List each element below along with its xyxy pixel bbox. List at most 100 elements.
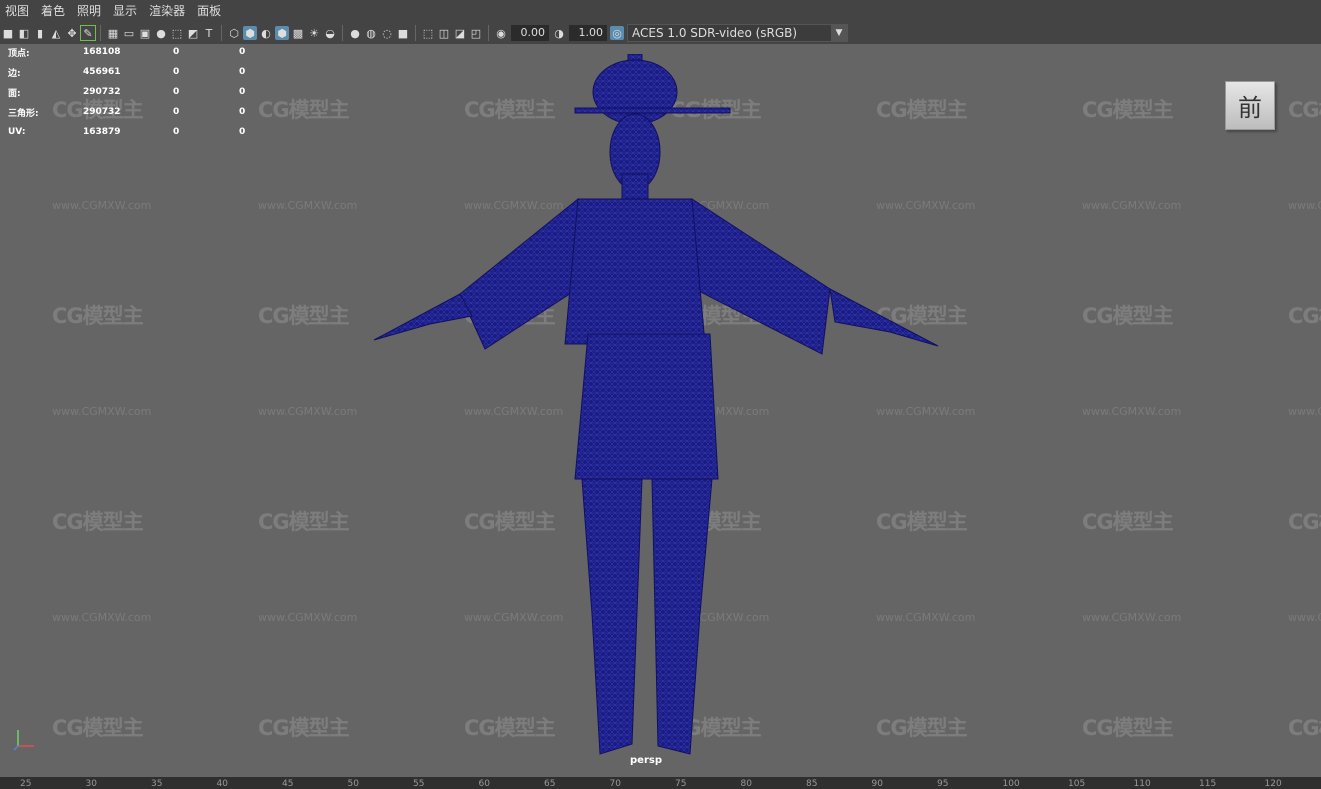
film-gate-icon[interactable]: ✥ (65, 26, 79, 40)
chevron-down-icon[interactable]: ▼ (831, 25, 847, 41)
hud-label: 三角形: (8, 108, 39, 119)
hud-label: 边: (8, 68, 21, 79)
3d-viewport[interactable]: CG模型主 CG模型主 CG模型主 CG模型主 CG模型主 CG模型主 CG模型主 CG模型主… (0, 44, 1321, 777)
hud-value: 0 (239, 87, 246, 97)
gate-mask-icon[interactable]: ▣ (138, 26, 152, 40)
ruler-tick-label: 40 (216, 779, 228, 789)
ruler-tick-label: 75 (675, 779, 687, 789)
right-hand (829, 288, 939, 347)
gamma-icon[interactable]: ◑ (552, 26, 566, 40)
grease-pencil-icon[interactable]: ✎ (80, 25, 96, 41)
isolate-select-icon[interactable]: ⬚ (421, 26, 435, 40)
poly-count-hud: 顶点: 168108 0 0 边: 456961 0 0 面: 290732 0 0 三角形: 29… (8, 44, 259, 142)
watermark-url: www.CGMXW.com (1082, 405, 1182, 418)
ruler-tick-label: 80 (740, 779, 752, 789)
field-chart-icon[interactable]: ● (154, 26, 168, 40)
hud-value: 0 (173, 47, 180, 57)
color-management-icon[interactable]: ◎ (610, 26, 624, 40)
xray-icon[interactable]: ◫ (437, 26, 451, 40)
xray-joints-icon[interactable]: ◪ (453, 26, 467, 40)
watermark-logo: CG模型主 (258, 304, 350, 328)
motion-blur-icon[interactable]: ◍ (364, 26, 378, 40)
menu-shading[interactable]: 着色 (36, 0, 72, 22)
menu-view[interactable]: 视图 (0, 0, 36, 22)
watermark-url: www.CGMXW.com (258, 405, 358, 418)
hud-value: 0 (173, 127, 180, 137)
menu-panels[interactable]: 面板 (192, 0, 228, 22)
hud-label: 顶点: (8, 48, 30, 59)
viewcube[interactable]: 前 (1225, 81, 1275, 130)
textured-icon[interactable]: ▩ (291, 26, 305, 40)
hud-label: UV: (8, 127, 26, 137)
hud-value: 0 (239, 67, 246, 77)
watermark-url: www.CGMXW.com (1288, 611, 1321, 624)
menu-renderer[interactable]: 渲染器 (144, 0, 192, 22)
watermark-logo: CG模型主 (258, 716, 350, 740)
gamma-field[interactable]: 1.00 (569, 25, 607, 41)
ruler-tick-label: 95 (937, 779, 949, 789)
ruler-tick-label: 70 (609, 779, 621, 789)
camera-attributes-icon[interactable]: ◧ (17, 26, 31, 40)
wireframe-on-shaded-icon[interactable]: ⬢ (275, 26, 289, 40)
anti-aliasing-icon[interactable]: ◌ (380, 26, 394, 40)
ruler-tick-label: 100 (1002, 779, 1020, 789)
depth-of-field-icon[interactable]: ■ (396, 26, 410, 40)
smooth-shade-icon[interactable]: ⬢ (243, 26, 257, 40)
ruler-tick-label: 65 (544, 779, 556, 789)
hud-value: 0 (239, 127, 246, 137)
right-leg (651, 478, 713, 755)
watermark-url: www.CGMXW.com (1288, 199, 1321, 212)
ruler-tick-label: 90 (871, 779, 883, 789)
bookmark-icon[interactable]: ▮ (33, 26, 47, 40)
grid-icon[interactable]: ▦ (106, 26, 120, 40)
shadows-icon[interactable]: ◒ (323, 26, 337, 40)
watermark-url: www.CGMXW.com (1288, 405, 1321, 418)
default-material-icon[interactable]: ◐ (259, 26, 273, 40)
menu-lighting[interactable]: 照明 (72, 0, 108, 22)
wireframe-icon[interactable]: ⬡ (227, 26, 241, 40)
resolution-gate-icon[interactable]: ▭ (122, 26, 136, 40)
axis-gizmo-icon (13, 730, 34, 751)
watermark-url: www.CGMXW.com (52, 611, 152, 624)
hud-value: 290732 (83, 107, 121, 117)
hairpin (574, 107, 731, 114)
character-wireframe-mesh[interactable] (360, 54, 960, 774)
hud-value: 290732 (83, 87, 121, 97)
ambient-occlusion-icon[interactable]: ● (348, 26, 362, 40)
ruler-tick-label: 105 (1068, 779, 1086, 789)
view-transform-label: ACES 1.0 SDR-video (sRGB) (632, 26, 798, 40)
view-transform-dropdown[interactable]: ACES 1.0 SDR-video (sRGB) ▼ (627, 24, 848, 42)
watermark-logo: CG模型主 (1082, 98, 1174, 122)
lights-icon[interactable]: ☀ (307, 26, 321, 40)
watermark-url: www.CGMXW.com (52, 405, 152, 418)
watermark-url: www.CGMXW.com (1082, 611, 1182, 624)
skirt (574, 333, 719, 480)
hud-value: 0 (173, 67, 180, 77)
ruler-tick-label: 120 (1264, 779, 1282, 789)
time-ruler[interactable]: 25 30 35 40 45 50 55 60 65 70 75 80 85 90 95 100 105 110 1… (0, 777, 1321, 789)
toolbar-divider (488, 25, 489, 41)
watermark-url: www.CGMXW.com (52, 199, 152, 212)
toolbar-divider (342, 25, 343, 41)
safe-action-icon[interactable]: ⬚ (170, 26, 184, 40)
watermark-logo: CG模型主 (52, 510, 144, 534)
safe-title-icon[interactable]: ◩ (186, 26, 200, 40)
toolbar-divider (415, 25, 416, 41)
ruler-tick-label: 60 (478, 779, 490, 789)
exposure-icon[interactable]: ◉ (494, 26, 508, 40)
exposure-field[interactable]: 0.00 (511, 25, 549, 41)
image-plane-icon[interactable]: ◭ (49, 26, 63, 40)
camera-name-label: persp (630, 755, 662, 766)
watermark-url: www.CGMXW.com (1082, 199, 1182, 212)
left-hand (373, 293, 473, 341)
menu-show[interactable]: 显示 (108, 0, 144, 22)
text-icon[interactable]: T (202, 26, 216, 40)
ruler-tick-label: 110 (1133, 779, 1151, 789)
right-sleeve (684, 198, 831, 355)
camera-icon[interactable]: ■ (1, 26, 15, 40)
watermark-logo: CG模型主 (1288, 304, 1321, 328)
hud-row: 三角形: 290732 0 0 (8, 102, 259, 122)
xray-components-icon[interactable]: ◰ (469, 26, 483, 40)
watermark-logo: CG模型主 (1288, 716, 1321, 740)
hud-value: 0 (239, 107, 246, 117)
